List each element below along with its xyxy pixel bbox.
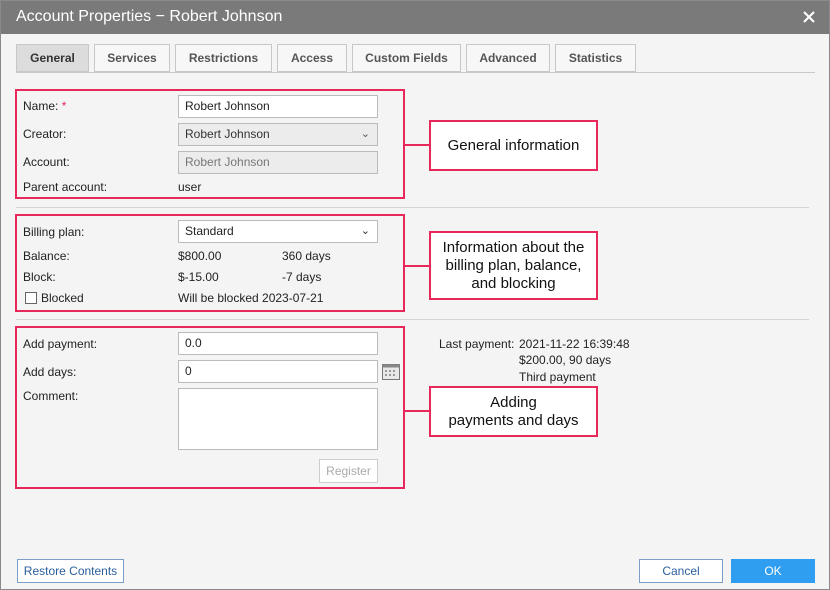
last-payment-amount: $200.00, 90 days xyxy=(519,353,612,367)
payment-callout-line2: payments and days xyxy=(448,411,579,429)
section-divider-2 xyxy=(16,319,809,320)
billing-highlight xyxy=(15,214,405,312)
tab-restrictions[interactable]: Restrictions xyxy=(175,44,272,72)
dialog-title: Account Properties − Robert Johnson xyxy=(16,8,283,25)
close-icon[interactable] xyxy=(799,6,819,26)
tab-statistics[interactable]: Statistics xyxy=(555,44,636,72)
tab-general[interactable]: General xyxy=(16,44,89,72)
payment-callout-line1: Adding xyxy=(490,393,537,411)
billing-callout-line3: and blocking xyxy=(471,274,556,292)
payment-connector xyxy=(405,410,429,412)
last-payment-comment: Third payment xyxy=(519,370,596,384)
payment-callout: Adding payments and days xyxy=(429,386,598,437)
account-properties-dialog: Account Properties − Robert Johnson Gene… xyxy=(0,0,830,590)
billing-callout-line2: billing plan, balance, xyxy=(445,256,582,274)
general-highlight xyxy=(15,89,405,199)
tab-advanced[interactable]: Advanced xyxy=(466,44,550,72)
general-callout: General information xyxy=(429,120,598,171)
billing-callout-line1: Information about the xyxy=(442,238,585,256)
last-payment-label: Last payment: xyxy=(439,337,515,351)
section-divider-1 xyxy=(16,207,809,208)
billing-callout: Information about the billing plan, bala… xyxy=(429,231,598,300)
titlebar: Account Properties − Robert Johnson xyxy=(1,1,829,34)
payment-highlight xyxy=(15,326,405,489)
tab-divider xyxy=(16,72,815,73)
tab-services[interactable]: Services xyxy=(94,44,170,72)
general-connector xyxy=(405,144,429,146)
tab-access[interactable]: Access xyxy=(277,44,347,72)
restore-contents-button[interactable]: Restore Contents xyxy=(17,559,124,583)
billing-connector xyxy=(405,265,429,267)
tab-custom-fields[interactable]: Custom Fields xyxy=(352,44,461,72)
ok-button[interactable]: OK xyxy=(731,559,815,583)
last-payment-date: 2021-11-22 16:39:48 xyxy=(519,337,630,351)
cancel-button[interactable]: Cancel xyxy=(639,559,723,583)
